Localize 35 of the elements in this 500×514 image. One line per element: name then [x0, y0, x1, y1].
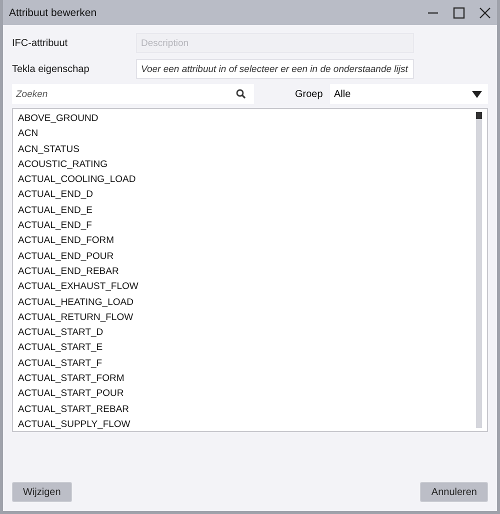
- scrollbar[interactable]: [476, 112, 482, 428]
- close-icon[interactable]: [479, 6, 491, 18]
- list-item[interactable]: ACTUAL_EXHAUST_FLOW: [18, 279, 471, 295]
- list-item[interactable]: ACTUAL_START_FORM: [18, 371, 471, 386]
- list-item[interactable]: ACTUAL_END_FORM: [18, 233, 471, 249]
- list-item[interactable]: ACN_STATUS: [18, 142, 471, 157]
- dialog-button[interactable]: Wijzigen: [12, 482, 72, 502]
- list-item[interactable]: ACTUAL_START_D: [18, 325, 471, 340]
- search-field[interactable]: Zoeken: [12, 84, 254, 104]
- list-item[interactable]: ABOVE_GROUND: [18, 111, 471, 126]
- dialog-button[interactable]: Annuleren: [420, 482, 488, 502]
- list-item[interactable]: ACTUAL_END_D: [18, 187, 471, 203]
- list-item[interactable]: ACTUAL_START_POUR: [18, 386, 471, 402]
- list-item[interactable]: ACTUAL_HEATING_LOAD: [18, 294, 471, 310]
- list-item[interactable]: ACTUAL_RETURN_FLOW: [18, 310, 471, 326]
- list-item[interactable]: ACTUAL_START_REBAR: [18, 402, 471, 417]
- list-item[interactable]: ACTUAL_START_E: [18, 340, 471, 356]
- list-item[interactable]: ACN: [18, 126, 471, 142]
- list-item[interactable]: ACTUAL_SUPPLY_FLOW: [18, 416, 471, 432]
- dropdown-arrow-icon: [472, 90, 482, 98]
- group-label: Groep: [295, 88, 324, 100]
- list-item[interactable]: ACOUSTIC_RATING: [18, 156, 471, 172]
- list-item[interactable]: ACTUAL_START_F: [18, 356, 471, 372]
- input-field[interactable]: Voer een attribuut in of selecteer er een in de onderstaande lijst: [136, 59, 414, 79]
- field-label: Tekla eigenschap: [12, 64, 90, 74]
- maximize-icon[interactable]: [453, 6, 465, 18]
- search-icon: [236, 89, 246, 99]
- window-title: Attribuut bewerken: [9, 6, 97, 18]
- list-item[interactable]: ACTUAL_COOLING_LOAD: [18, 172, 471, 188]
- list-item[interactable]: ACTUAL_END_REBAR: [18, 264, 471, 280]
- list-item[interactable]: ACTUAL_END_E: [18, 202, 471, 218]
- group-dropdown[interactable]: Alle: [330, 84, 488, 104]
- field-label: IFC-attribuut: [12, 38, 69, 48]
- list-item[interactable]: ACTUAL_END_POUR: [18, 248, 471, 264]
- list-item[interactable]: ACTUAL_END_F: [18, 218, 471, 234]
